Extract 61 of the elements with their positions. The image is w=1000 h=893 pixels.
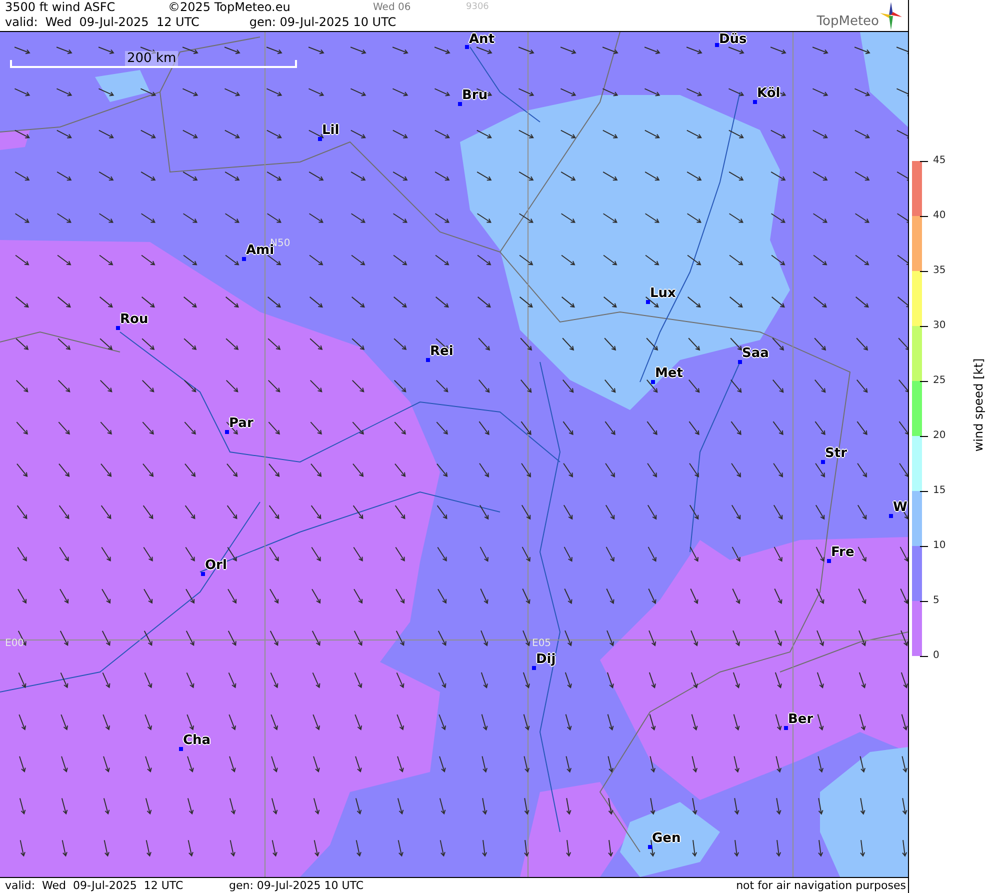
day-code: Wed 06 (373, 1, 412, 15)
city-marker-icon (458, 102, 462, 106)
city-marker-icon (646, 300, 650, 304)
legend-tick-label: 20 (933, 430, 946, 442)
city-label: Düs (719, 32, 747, 47)
legend-tick-label: 5 (933, 595, 940, 607)
city-marker-icon (532, 666, 536, 670)
legend-tick-label: 45 (933, 155, 946, 167)
legend-tick-label: 35 (933, 265, 946, 277)
city-label: Met (655, 366, 683, 381)
city-marker-icon (201, 572, 205, 576)
legend-tick-label: 10 (933, 540, 946, 552)
city-label: Lux (650, 286, 676, 301)
logo-text: TopMeteo (816, 15, 879, 29)
city-label: Bru (462, 88, 488, 103)
city-marker-icon (889, 514, 893, 518)
city-marker-icon (318, 137, 322, 141)
legend-tick-label: 30 (933, 320, 946, 332)
compass-star-icon (880, 2, 902, 30)
city-marker-icon (648, 845, 652, 849)
city-marker-icon (465, 45, 469, 49)
city-marker-icon (821, 460, 825, 464)
grid-label: E05 (532, 638, 552, 650)
scale-label: 200 km (125, 51, 178, 66)
city-label: Par (229, 416, 254, 431)
generated-time: gen: 09-Jul-2025 10 UTC (229, 878, 364, 893)
city-label: Saa (742, 346, 769, 361)
city-marker-icon (179, 747, 183, 751)
city-marker-icon (242, 257, 246, 261)
city-label: Fre (831, 545, 854, 560)
valid-time: valid: Wed 09-Jul-2025 12 UTC (5, 878, 184, 893)
legend-tick-label: 25 (933, 375, 946, 387)
city-marker-icon (753, 100, 757, 104)
city-marker-icon (738, 360, 742, 364)
map-title: 3500 ft wind ASFC (5, 0, 116, 15)
grid-label: E00 (5, 638, 24, 650)
city-marker-icon (715, 43, 719, 47)
city-marker-icon (426, 358, 430, 362)
legend-tick-label: 15 (933, 485, 946, 497)
city-marker-icon (116, 326, 120, 330)
legend-title: wind speed [kt] (972, 358, 986, 452)
city-label: Ber (788, 712, 814, 727)
city-marker-icon (827, 559, 831, 563)
city-label: Dij (536, 652, 556, 667)
city-label: Lil (322, 123, 340, 138)
city-marker-icon (784, 726, 788, 730)
generated-time: gen: 09-Jul-2025 10 UTC (249, 15, 396, 30)
city-label: Rou (120, 312, 148, 327)
valid-time: valid: Wed 09-Jul-2025 12 UTC (5, 15, 200, 30)
city-label: Cha (183, 733, 211, 748)
city-marker-icon (225, 430, 229, 434)
legend-tick-label: 0 (933, 650, 940, 662)
city-label: Ant (469, 32, 495, 47)
city-label: Gen (652, 831, 681, 846)
city-marker-icon (651, 380, 655, 384)
copyright-text: ©2025 TopMeteo.eu (168, 0, 292, 15)
run-code: 9306 (466, 1, 489, 14)
city-label: Rei (430, 344, 454, 359)
legend-tick-label: 40 (933, 210, 946, 222)
disclaimer-text: not for air navigation purposes (736, 878, 906, 893)
city-label: Köl (757, 86, 780, 101)
